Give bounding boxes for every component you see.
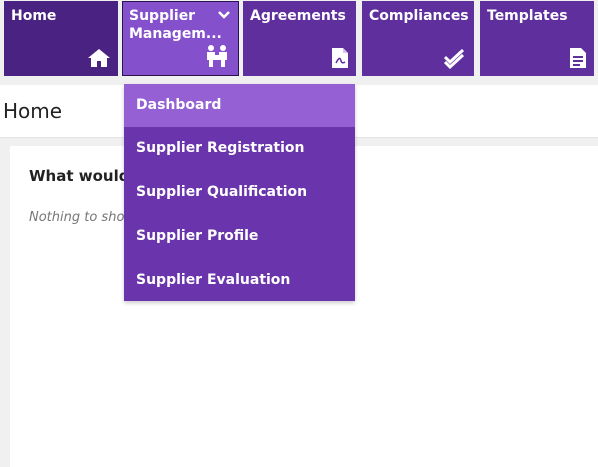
nav-tile-agreements[interactable]: Agreements (243, 1, 356, 76)
page-title: Home (3, 99, 63, 123)
nav-tile-home[interactable]: Home (4, 1, 118, 76)
nav-tile-label: Compliances (369, 8, 469, 24)
nav-tile-label: Agreements (250, 8, 346, 24)
template-document-icon (570, 48, 586, 68)
menu-item-dashboard[interactable]: Dashboard (124, 84, 355, 127)
menu-item-supplier-registration[interactable]: Supplier Registration (124, 127, 355, 170)
nav-tile-label: Supplier Managem... (129, 8, 222, 42)
menu-item-supplier-evaluation[interactable]: Supplier Evaluation (124, 259, 355, 302)
double-check-icon (443, 49, 465, 69)
menu-item-supplier-qualification[interactable]: Supplier Qualification (124, 171, 355, 214)
home-icon (88, 49, 110, 67)
chevron-down-icon (218, 11, 230, 19)
menu-item-supplier-profile[interactable]: Supplier Profile (124, 215, 355, 258)
nav-tile-supplier-management[interactable]: Supplier Managem... (122, 1, 239, 76)
pdf-document-icon (332, 48, 348, 68)
nav-tile-templates[interactable]: Templates (480, 1, 594, 76)
empty-state-text: Nothing to show (29, 210, 136, 225)
supplier-management-dropdown: Dashboard Supplier Registration Supplier… (124, 84, 355, 301)
nav-tile-compliances[interactable]: Compliances (362, 1, 474, 76)
nav-tile-label: Templates (487, 8, 568, 24)
nav-tile-label: Home (11, 8, 57, 24)
users-icon (207, 45, 227, 67)
